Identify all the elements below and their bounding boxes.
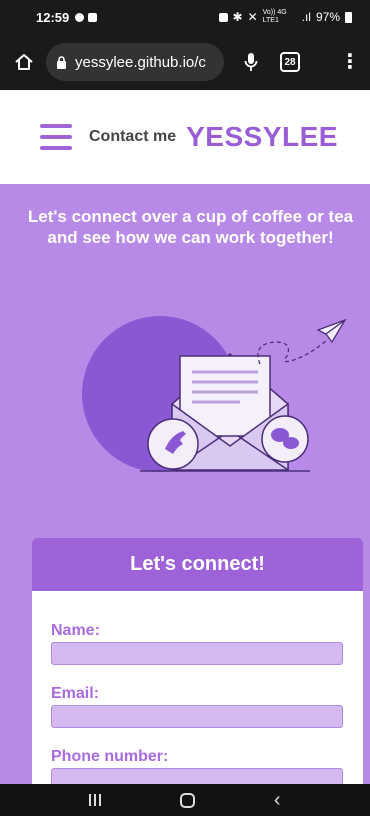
- home-button-icon[interactable]: [180, 792, 196, 808]
- site-header: Contact me YESSYLEE: [0, 90, 370, 184]
- mute-icon: ✕: [247, 10, 258, 24]
- site-logo[interactable]: YESSYLEE: [186, 121, 338, 153]
- battery-label: 97%: [315, 10, 340, 24]
- nav-link-contact[interactable]: Contact me: [89, 128, 176, 146]
- hero-text: Let's connect over a cup of coffee or te…: [27, 207, 354, 247]
- status-right: ✱ ✕ Vo)) 4G LTE1 .ıl 97%: [218, 9, 352, 25]
- contact-form: Let's connect! Name: Email: Phone number…: [32, 538, 363, 816]
- contact-hero: Let's connect over a cup of coffee or te…: [0, 184, 370, 816]
- status-bar: 12:59 ✱ ✕ Vo)) 4G LTE1 .ıl 97%: [0, 0, 370, 34]
- system-nav-bar: ‹: [0, 784, 370, 816]
- network-label: Vo)) 4G LTE1: [262, 9, 287, 24]
- browser-toolbar: yessylee.github.io/c 28 ⋮: [0, 34, 370, 90]
- screen: 12:59 ✱ ✕ Vo)) 4G LTE1 .ıl 97% yessylee.…: [0, 0, 370, 816]
- phone-label: Phone number:: [51, 748, 169, 765]
- notification-icons: [75, 12, 98, 22]
- name-field[interactable]: [51, 642, 343, 665]
- tabs-button[interactable]: 28: [280, 52, 300, 72]
- recent-apps-icon[interactable]: [89, 794, 102, 806]
- hamburger-icon[interactable]: [40, 124, 72, 150]
- back-icon[interactable]: ‹: [274, 789, 281, 812]
- name-label: Name:: [51, 622, 100, 639]
- mail-icon: [88, 12, 98, 22]
- url-text: yessylee.github.io/c: [75, 53, 206, 71]
- lock-icon: [57, 55, 66, 69]
- battery-icon: [345, 11, 352, 23]
- status-time: 12:59: [36, 9, 70, 25]
- messenger-icon: [75, 12, 85, 22]
- home-icon[interactable]: [14, 52, 34, 72]
- envelope-illustration: [82, 316, 347, 472]
- paper-plane-icon: [316, 318, 347, 344]
- signal-icon: .ıl: [301, 10, 311, 24]
- tab-count: 28: [284, 56, 296, 68]
- more-icon[interactable]: ⋮: [340, 52, 360, 72]
- chat-icon: [261, 415, 309, 463]
- address-bar[interactable]: yessylee.github.io/c: [46, 43, 224, 81]
- alarm-icon: [218, 12, 228, 22]
- email-label: Email:: [51, 685, 100, 702]
- settings-icon: ✱: [232, 10, 243, 24]
- phone-icon: [147, 418, 199, 470]
- form-title: Let's connect!: [32, 538, 363, 591]
- mic-icon[interactable]: [244, 52, 258, 72]
- email-field[interactable]: [51, 705, 343, 728]
